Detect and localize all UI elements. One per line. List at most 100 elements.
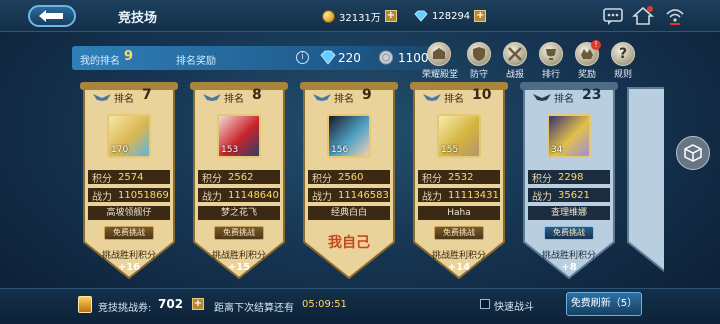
diamond-icon xyxy=(414,10,428,22)
rank-label: 排名 xyxy=(444,94,464,105)
opponent-card-partial[interactable] xyxy=(624,82,664,282)
score-value: 2532 xyxy=(448,171,474,183)
defense-icon xyxy=(467,42,491,66)
player-name: 梦之花飞 xyxy=(198,206,280,220)
battle-report-icon xyxy=(503,42,527,66)
score-row: 积分 2532 xyxy=(418,170,500,185)
free-challenge-button[interactable]: 免费挑战 xyxy=(214,226,264,240)
rank-wing-icon xyxy=(423,94,441,101)
power-label: 战力 xyxy=(202,191,222,203)
rank-number: 7 xyxy=(142,87,152,103)
score-value: 2560 xyxy=(338,171,364,183)
opponent-card[interactable]: 排名 10 155 积分 2532 战力 11113431 Haha 免费挑战 … xyxy=(410,82,508,282)
add-gold-button[interactable]: + xyxy=(384,10,397,22)
win-reward-value: +15 xyxy=(227,262,251,273)
score-label: 积分 xyxy=(532,173,552,185)
menu-battle-report[interactable]: 战报 xyxy=(498,42,532,80)
hero-avatar[interactable]: 155 xyxy=(437,114,481,158)
cube-icon xyxy=(684,144,702,162)
gold-coin-icon xyxy=(322,9,335,23)
player-name: 高坡领舰仔 xyxy=(88,206,170,220)
win-reward-value: +16 xyxy=(117,262,141,273)
score-value: 2562 xyxy=(228,171,254,183)
page-title: 竞技场 xyxy=(118,11,158,26)
free-challenge-button[interactable]: 免费挑战 xyxy=(544,226,594,240)
free-challenge-button[interactable]: 免费挑战 xyxy=(434,226,484,240)
ticket-label: 竞技挑战券: xyxy=(98,303,152,314)
menu-label: 防守 xyxy=(469,70,488,80)
player-name: Haha xyxy=(418,206,500,220)
hero-level: 156 xyxy=(331,145,349,155)
power-row: 战力 11146583 xyxy=(308,188,390,203)
diamond-display: 128294 + xyxy=(414,7,487,25)
menu-label: 规则 xyxy=(613,70,632,80)
score-row: 积分 2574 xyxy=(88,170,170,185)
power-row: 战力 11051869 xyxy=(88,188,170,203)
win-reward-label: 挑战胜利积分 xyxy=(431,251,486,261)
hero-avatar[interactable]: 170 xyxy=(107,114,151,158)
menu-rules[interactable]: ? 规则 xyxy=(606,42,640,80)
menu-label: 战报 xyxy=(505,70,524,80)
power-value: 11113431 xyxy=(448,189,499,201)
score-label: 积分 xyxy=(202,173,222,185)
power-value: 11146583 xyxy=(338,189,389,201)
menu-leaderboard[interactable]: 排行 xyxy=(534,42,568,80)
gold-amount: 32131万 xyxy=(339,12,381,24)
free-refresh-button[interactable]: 免费刷新（5） xyxy=(566,292,642,316)
menu-label: 排行 xyxy=(541,70,560,80)
win-reward-label: 挑战胜利积分 xyxy=(541,251,596,261)
hall-of-honor-icon xyxy=(427,42,451,66)
opponent-card[interactable]: 排名 8 153 积分 2562 战力 11148640 梦之花飞 免费挑战 挑… xyxy=(190,82,288,282)
opponent-card[interactable]: 排名 7 170 积分 2574 战力 11051869 高坡领舰仔 免费挑战 … xyxy=(80,82,178,282)
chat-icon[interactable] xyxy=(602,6,624,26)
rank-number: 9 xyxy=(362,87,372,103)
back-button[interactable] xyxy=(28,5,76,27)
rank-wing-icon xyxy=(313,94,331,101)
opponent-card[interactable]: 排名 23 34 积分 2298 战力 35621 查理维娜 免费挑战 挑战胜利… xyxy=(520,82,618,282)
power-label: 战力 xyxy=(312,191,332,203)
rank-label: 排名 xyxy=(114,94,134,105)
wifi-signal-icon xyxy=(666,9,684,25)
menu-reward[interactable]: ! 奖励 xyxy=(570,40,604,80)
rank-number: 8 xyxy=(252,87,262,103)
menu-defense[interactable]: 防守 xyxy=(462,42,496,80)
rank-wing-icon xyxy=(533,94,551,101)
hero-avatar[interactable]: 156 xyxy=(327,114,371,158)
win-reward-value: +8 xyxy=(561,262,577,273)
power-row: 战力 35621 xyxy=(528,188,610,203)
hero-level: 155 xyxy=(441,145,459,155)
top-bar: 竞技场 32131万 + 128294 + xyxy=(0,0,720,32)
rank-number: 10 xyxy=(472,87,492,103)
hero-avatar[interactable]: 153 xyxy=(217,114,261,158)
fast-battle-checkbox[interactable] xyxy=(480,299,490,309)
add-ticket-button[interactable]: + xyxy=(192,298,204,310)
rank-number: 23 xyxy=(582,87,602,103)
power-label: 战力 xyxy=(532,191,552,203)
power-value: 11051869 xyxy=(118,189,169,201)
win-reward-label: 挑战胜利积分 xyxy=(101,251,156,261)
silver-coin-icon xyxy=(379,50,393,65)
settlement-text: 距离下次结算还有 xyxy=(214,303,294,314)
home-icon[interactable] xyxy=(632,6,654,26)
power-value: 35621 xyxy=(558,189,590,201)
menu-label: 荣耀殿堂 xyxy=(422,70,459,80)
reward-diamonds: 220 xyxy=(338,51,361,65)
menu-hall-of-honor[interactable]: 荣耀殿堂 xyxy=(422,42,459,80)
info-icon[interactable]: i xyxy=(296,51,309,64)
rules-icon: ? xyxy=(611,42,635,66)
countdown-timer: 05:09:51 xyxy=(302,299,347,310)
power-label: 战力 xyxy=(92,191,112,203)
hero-avatar[interactable]: 34 xyxy=(547,114,591,158)
my-rank-label: 我的排名 xyxy=(80,56,120,67)
floating-menu-button[interactable] xyxy=(676,136,710,170)
hero-level: 170 xyxy=(111,145,129,155)
my-card[interactable]: 排名 9 156 积分 2560 战力 11146583 经典白白 我自己 xyxy=(300,82,398,282)
win-reward-value: +14 xyxy=(447,262,471,273)
hero-level: 34 xyxy=(551,145,563,155)
ticket-icon xyxy=(78,296,92,313)
hero-level: 153 xyxy=(221,145,239,155)
power-row: 战力 11113431 xyxy=(418,188,500,203)
add-diamond-button[interactable]: + xyxy=(474,10,487,22)
free-challenge-button[interactable]: 免费挑战 xyxy=(104,226,154,240)
power-value: 11148640 xyxy=(228,189,279,201)
